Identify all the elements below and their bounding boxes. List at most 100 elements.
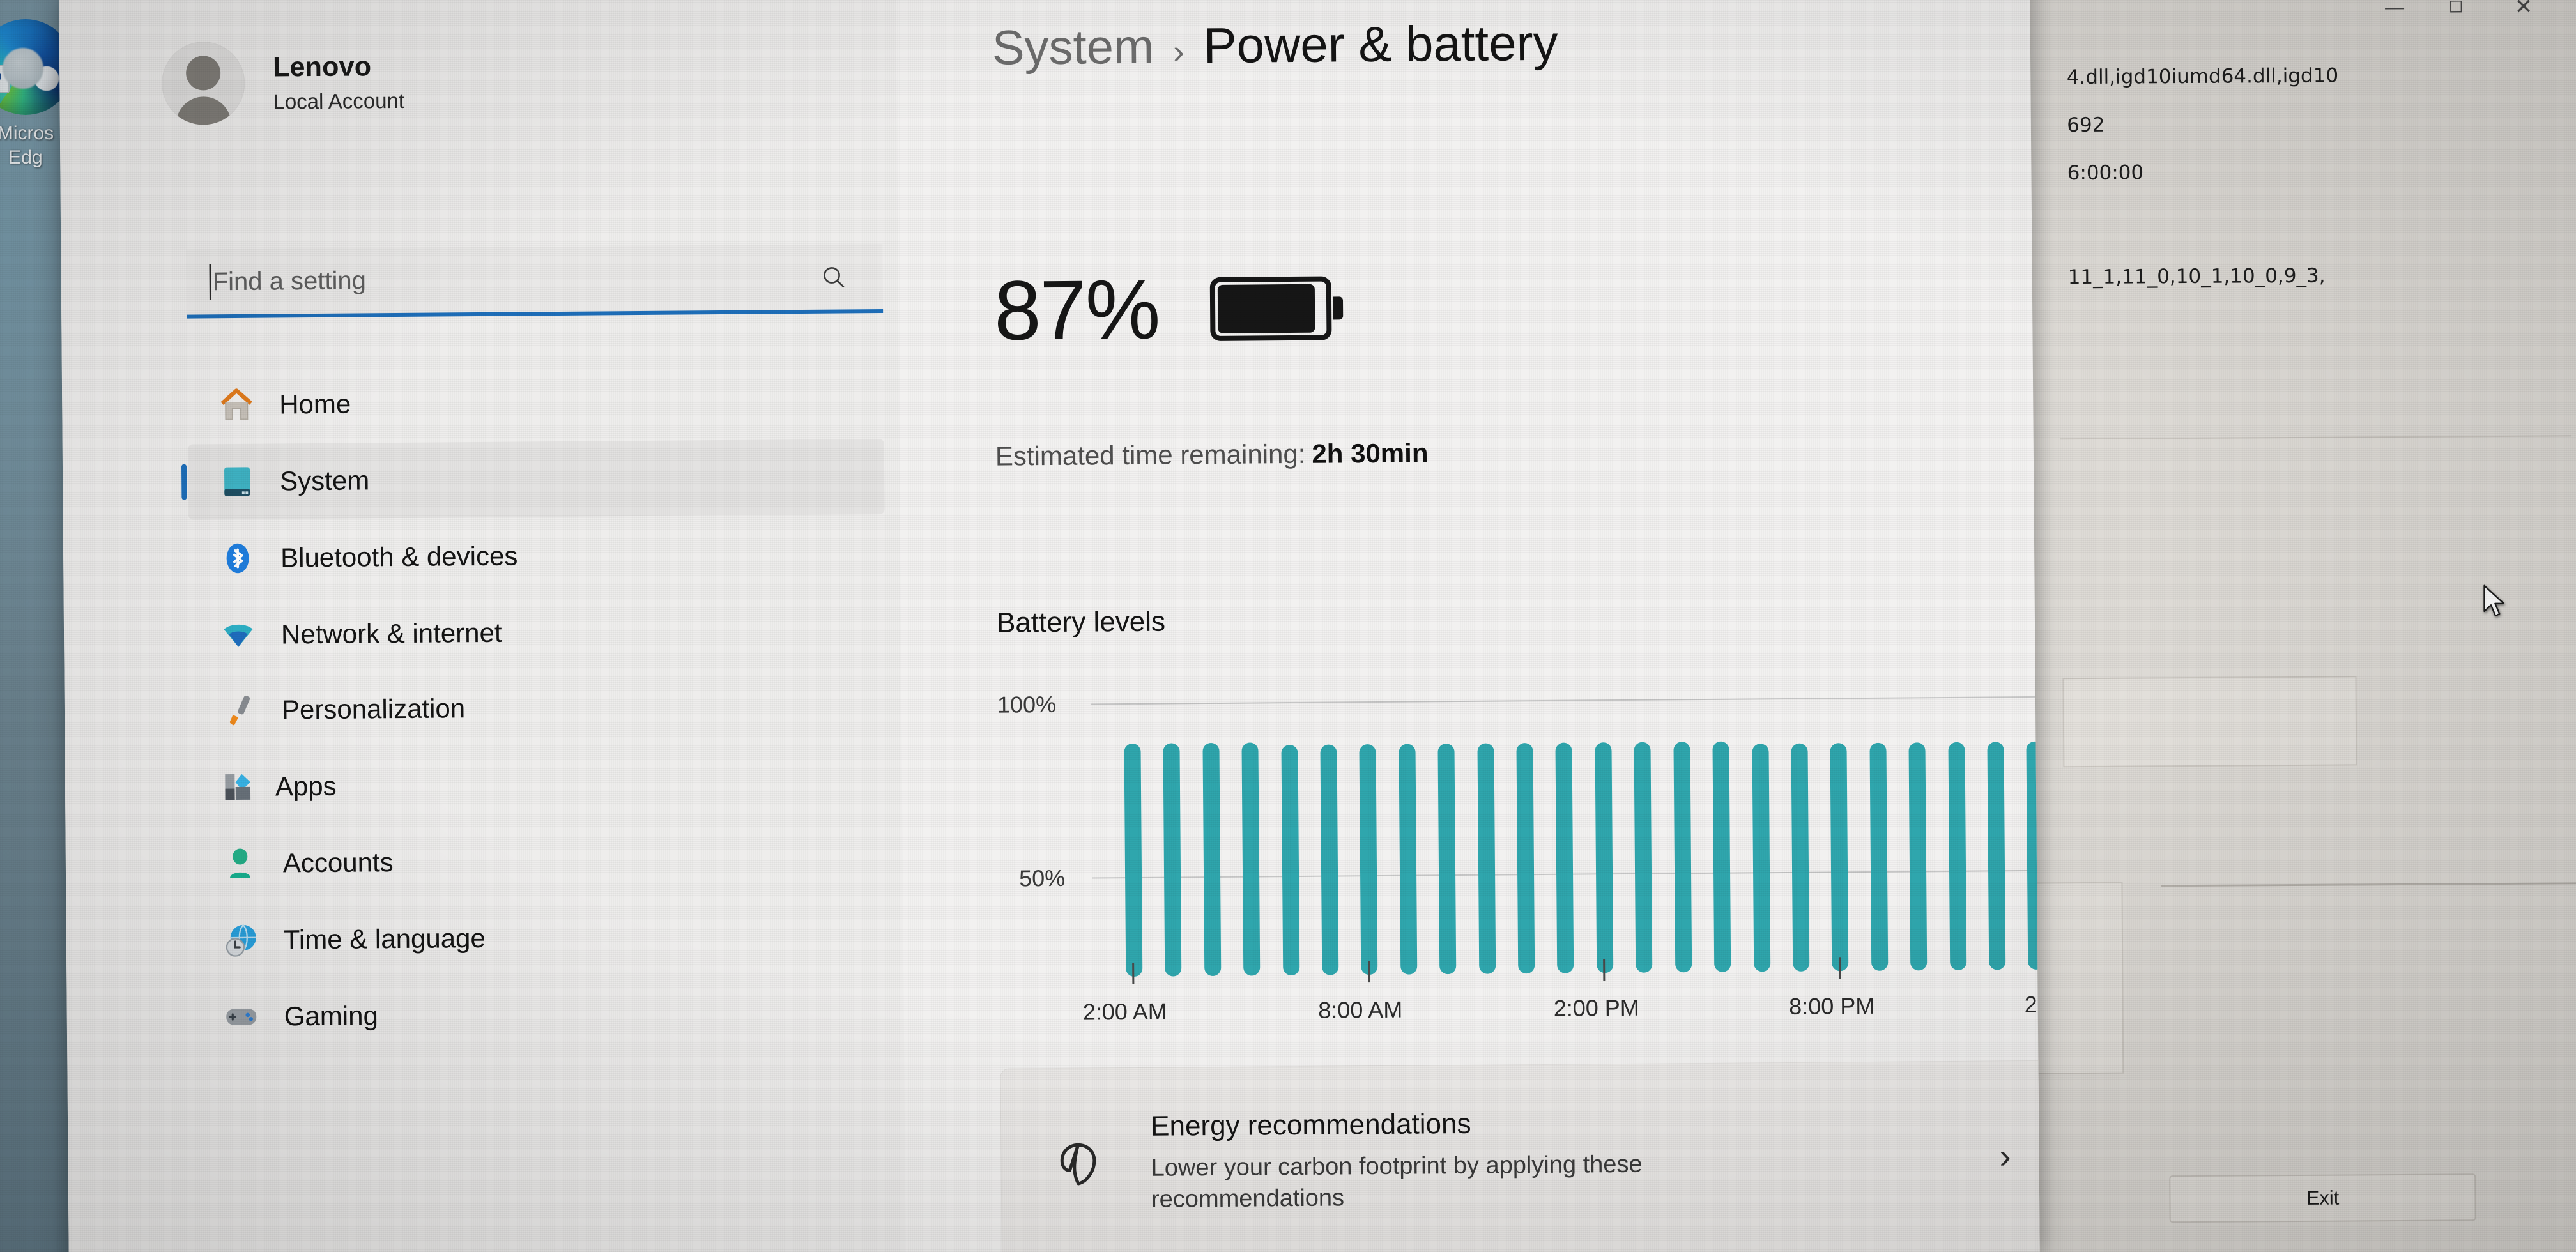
background-window-field[interactable] <box>2062 676 2358 768</box>
main-content: System › Power & battery 87% Estimated t… <box>896 0 2040 1252</box>
chart-bar <box>1555 742 1574 973</box>
x-axis-tick <box>1367 961 1370 983</box>
battery-icon <box>1209 276 1344 342</box>
sidebar-item-label: Accounts <box>282 847 394 878</box>
page-title: Power & battery <box>1203 14 1558 74</box>
battery-levels-chart: 100% 50% 2:00 AM 8:00 AM 2:00 PM 8:00 PM 2:0… <box>997 682 2040 1025</box>
chart-bar <box>1673 742 1692 973</box>
x-tick-label: 2:00 AM <box>2024 991 2040 1018</box>
minimize-button[interactable]: — <box>2369 0 2420 22</box>
chart-bar <box>1712 741 1731 972</box>
x-tick-label: 2:00 PM <box>1553 994 1639 1021</box>
sidebar-item-home[interactable]: Home <box>187 362 884 443</box>
search-input[interactable]: Find a setting <box>186 244 884 319</box>
avatar[interactable] <box>161 41 245 125</box>
background-window-log: 4.dll,igd10iumd64.dll,igd10 692 6:00:00 … <box>2067 65 2554 316</box>
chart-bar <box>1595 742 1614 973</box>
clock-globe-icon <box>215 921 267 960</box>
chart-bar <box>1791 743 1810 972</box>
maximize-button[interactable]: ☐ <box>2430 0 2481 22</box>
paintbrush-icon <box>213 691 265 730</box>
energy-recommendations-card[interactable]: Energy recommendations Lower your carbon… <box>1000 1060 2040 1252</box>
chart-bar <box>1987 742 2006 970</box>
sidebar-item-personalization[interactable]: Personalization <box>190 668 887 749</box>
chart-x-axis: 2:00 AM 8:00 AM 2:00 PM 8:00 PM 2:00 AM <box>997 682 2040 1025</box>
background-window-underline <box>2161 882 2576 887</box>
leaf-icon <box>1060 1143 1096 1186</box>
log-line: 11_1,11_0,10_1,10_0,9_3, <box>2067 264 2326 289</box>
breadcrumb-parent[interactable]: System <box>992 19 1154 76</box>
text-caret <box>209 264 211 300</box>
battery-percentage: 87% <box>993 262 1160 358</box>
x-axis-tick <box>1603 959 1606 981</box>
search-placeholder: Find a setting <box>212 266 367 296</box>
y-tick-label: 50% <box>1018 864 1066 892</box>
sidebar-item-gaming[interactable]: Gaming <box>192 974 889 1055</box>
settings-window[interactable]: Lenovo Local Account Find a setting Home <box>59 0 2040 1252</box>
chevron-right-icon: › <box>1173 33 1184 71</box>
chart-bar <box>1477 743 1496 974</box>
sidebar-item-label: Network & internet <box>280 617 502 650</box>
sidebar-item-bluetooth[interactable]: Bluetooth & devices <box>188 515 885 597</box>
sidebar-item-system[interactable]: System <box>181 439 885 520</box>
sidebar-item-apps[interactable]: Apps <box>190 744 887 825</box>
sidebar-item-label: System <box>279 465 370 496</box>
chart-bar <box>1751 744 1770 972</box>
log-line: 4.dll,igd10iumd64.dll,igd10 <box>2066 64 2339 89</box>
account-type: Local Account <box>273 88 405 114</box>
chart-bar <box>1124 743 1143 977</box>
log-line: 6:00:00 <box>2067 161 2144 185</box>
gridline <box>1090 696 2040 705</box>
sidebar-item-label: Bluetooth & devices <box>280 540 518 573</box>
account-name: Lenovo <box>272 50 372 83</box>
chart-bar <box>1202 743 1222 977</box>
y-tick-label: 100% <box>997 691 1057 718</box>
mouse-cursor <box>2483 584 2505 617</box>
exit-button[interactable]: Exit <box>2169 1173 2476 1223</box>
close-button[interactable]: ✕ <box>2498 0 2549 22</box>
sidebar: Lenovo Local Account Find a setting Home <box>59 0 906 1252</box>
sidebar-item-label: Gaming <box>284 1000 379 1032</box>
chart-bar <box>1320 744 1339 975</box>
energy-recommendations-description: Lower your carbon footprint by applying … <box>1151 1151 1643 1213</box>
sidebar-item-label: Apps <box>275 770 337 802</box>
chart-bar <box>1634 742 1653 973</box>
chart-bar <box>1163 743 1182 977</box>
log-line: 692 <box>2067 113 2105 137</box>
background-window-titlebar[interactable]: — ☐ ✕ <box>2002 0 2576 31</box>
breadcrumb: System › Power & battery <box>992 14 1558 77</box>
home-icon <box>210 386 263 425</box>
selection-indicator <box>181 464 187 500</box>
shortcut-arrow-icon: ↗ <box>0 65 10 93</box>
sidebar-item-network[interactable]: Network & internet <box>189 592 886 673</box>
energy-recommendations-title: Energy recommendations <box>1150 1108 1471 1143</box>
wifi-icon <box>212 616 264 655</box>
apps-icon <box>225 774 251 800</box>
avatar-body <box>176 96 231 125</box>
search-icon[interactable] <box>820 263 847 290</box>
chart-bar <box>1948 742 1966 970</box>
sidebar-item-accounts[interactable]: Accounts <box>190 821 887 902</box>
account-summary[interactable]: Lenovo Local Account <box>161 40 405 125</box>
person-icon <box>214 844 266 883</box>
chart-bar <box>1281 745 1300 976</box>
x-tick-label: 2:00 AM <box>1082 998 1167 1025</box>
x-tick-label: 8:00 AM <box>1318 996 1403 1023</box>
x-tick-label: 8:00 PM <box>1789 992 1875 1019</box>
sidebar-item-label: Home <box>279 388 351 420</box>
background-app-window[interactable]: — ☐ ✕ 4.dll,igd10iumd64.dll,igd10 692 6:… <box>2002 0 2576 1252</box>
chevron-right-icon[interactable]: › <box>1999 1136 2011 1176</box>
bluetooth-icon <box>211 539 264 578</box>
chart-bar <box>1516 743 1535 974</box>
chart-bar <box>1869 743 1888 971</box>
sidebar-item-time-language[interactable]: Time & language <box>191 897 888 979</box>
gamepad-icon <box>215 998 268 1037</box>
sidebar-item-label: Personalization <box>281 693 466 725</box>
battery-status: 87% <box>993 262 1344 358</box>
x-axis-tick <box>1838 957 1841 979</box>
chart-bar <box>1908 742 1928 971</box>
log-spacer <box>2067 209 2554 268</box>
chart-bar <box>1830 743 1849 972</box>
x-axis-tick <box>1132 962 1135 984</box>
chart-plot-area <box>1124 707 2040 977</box>
